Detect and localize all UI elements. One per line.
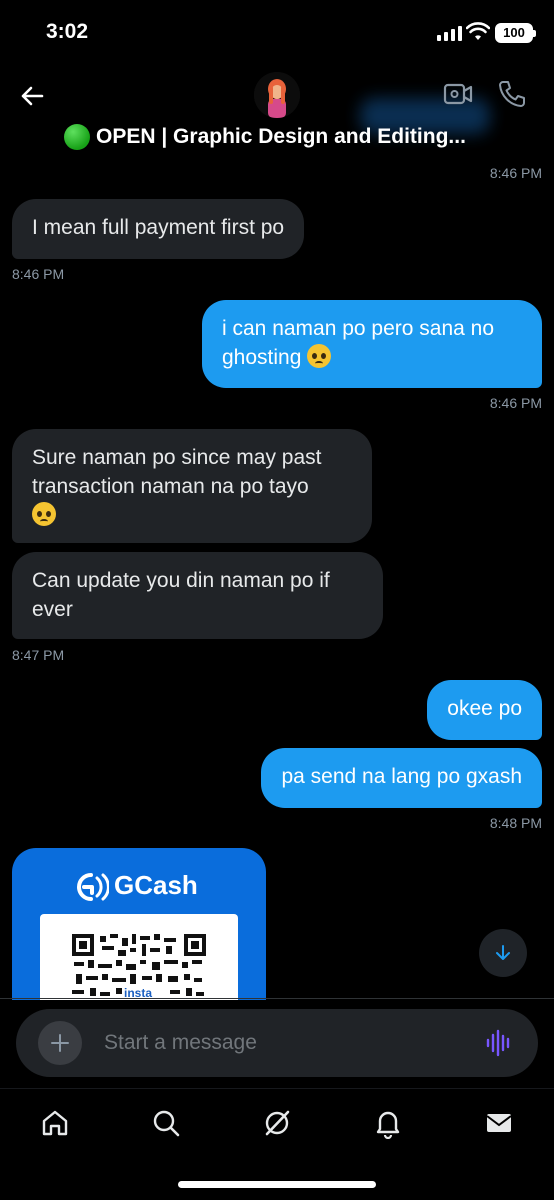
- message-timestamp: 8:46 PM: [12, 266, 65, 282]
- green-circle-icon: [64, 124, 90, 150]
- message-text-line: ghosting: [222, 346, 302, 369]
- status-bar: 3:02 100: [0, 0, 554, 62]
- add-attachment-button[interactable]: [38, 1021, 82, 1065]
- pleading-face-emoji-icon: [307, 344, 332, 368]
- conversation-title-text: OPEN | Graphic Design and Editing...: [96, 125, 466, 148]
- message-input[interactable]: [104, 1027, 464, 1059]
- scroll-to-bottom-button[interactable]: [479, 929, 527, 977]
- pleading-face-emoji-icon: [32, 502, 56, 526]
- message-bubble-outgoing[interactable]: pa send na lang po gxash: [261, 748, 542, 808]
- home-icon: [42, 1110, 68, 1136]
- status-time: 3:02: [46, 20, 89, 43]
- back-arrow-icon[interactable]: [14, 78, 50, 114]
- tab-search[interactable]: [146, 1103, 186, 1143]
- grok-icon: [265, 1110, 290, 1136]
- video-call-icon[interactable]: [440, 76, 476, 112]
- message-bubble-incoming[interactable]: Sure naman po since may past transaction…: [12, 429, 372, 543]
- avatar-image: [254, 72, 300, 118]
- message-composer: [16, 1009, 538, 1077]
- tab-grok[interactable]: [257, 1103, 297, 1143]
- messages-icon: [486, 1114, 512, 1132]
- message-bubble-outgoing[interactable]: okee po: [427, 680, 542, 740]
- tab-home[interactable]: [35, 1103, 75, 1143]
- plus-icon: [51, 1034, 69, 1052]
- tab-messages[interactable]: [479, 1103, 519, 1143]
- message-text-line: Can update you din naman po if: [32, 569, 330, 592]
- message-text-line: Sure naman po since may past: [32, 446, 322, 469]
- arrow-down-icon: [496, 945, 510, 960]
- qr-panel: insta: [40, 914, 238, 1000]
- gcash-brand-text: GCash: [114, 870, 198, 900]
- message-bubble-incoming[interactable]: I mean full payment first po: [12, 199, 305, 259]
- voice-message-icon[interactable]: [484, 1028, 514, 1058]
- message-text-line: transaction naman na po tayo: [32, 475, 309, 498]
- search-icon: [153, 1110, 180, 1137]
- phone-call-icon[interactable]: [494, 76, 530, 112]
- message-text: pa send na lang po gxash: [281, 765, 522, 788]
- gcash-logo-icon: [77, 873, 109, 901]
- gcash-qr-attachment[interactable]: GCash insta: [12, 848, 266, 1000]
- message-text: okee po: [447, 697, 522, 720]
- home-indicator: [178, 1181, 376, 1188]
- message-timestamp: 8:48 PM: [489, 815, 542, 831]
- conversation-header: OPEN | Graphic Design and Editing...: [0, 62, 554, 162]
- contact-avatar[interactable]: [254, 72, 300, 118]
- conversation-title[interactable]: OPEN | Graphic Design and Editing...: [64, 124, 494, 150]
- message-bubble-outgoing[interactable]: i can naman po pero sana no ghosting: [202, 300, 542, 388]
- message-text: I mean full payment first po: [32, 216, 285, 239]
- cellular-signal-icon: [437, 25, 462, 41]
- message-bubble-incoming[interactable]: Can update you din naman po if ever: [12, 552, 383, 639]
- tab-notifications[interactable]: [368, 1103, 408, 1143]
- wifi-icon: [466, 22, 490, 40]
- notifications-icon: [376, 1111, 400, 1139]
- battery-indicator: 100: [495, 23, 536, 43]
- message-timestamp: 8:47 PM: [12, 647, 65, 663]
- composer-divider: [0, 998, 554, 999]
- message-timestamp: 8:46 PM: [489, 165, 542, 181]
- message-text-line: ever: [32, 598, 73, 621]
- message-timestamp: 8:46 PM: [489, 395, 542, 411]
- message-text-line: i can naman po pero sana no: [222, 317, 495, 340]
